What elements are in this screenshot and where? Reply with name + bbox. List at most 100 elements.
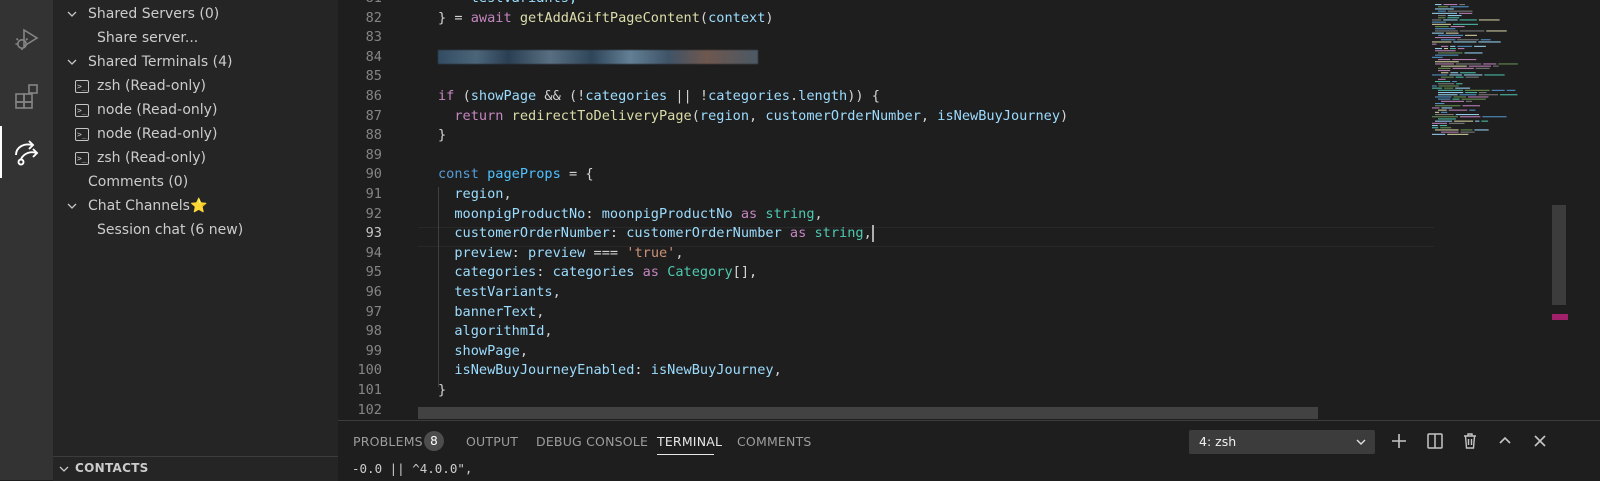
code-text xyxy=(438,47,758,67)
line-number: 85 xyxy=(365,68,382,85)
kill-terminal-button[interactable] xyxy=(1459,430,1481,452)
comments-item[interactable]: Comments (0) xyxy=(88,170,188,194)
code-line[interactable]: 97 bannerText, xyxy=(338,302,1438,322)
code-line[interactable]: 92 moonpigProductNo: moonpigProductNo as… xyxy=(338,204,1438,224)
code-text: if (showPage && (!categories || !categor… xyxy=(438,88,880,104)
code-text: showPage, xyxy=(438,342,529,359)
line-number: 95 xyxy=(365,264,382,281)
code-text: isNewBuyJourneyEnabled: isNewBuyJourney, xyxy=(438,362,782,379)
terminal-icon xyxy=(75,75,89,99)
code-line[interactable]: 83 xyxy=(338,27,1438,47)
line-number: 89 xyxy=(365,146,382,163)
contacts-section-header[interactable]: CONTACTS xyxy=(53,456,338,481)
terminal-icon xyxy=(75,99,89,123)
line-number: 93 xyxy=(365,225,382,242)
share-server-item[interactable]: Share server... xyxy=(97,26,198,50)
code-editor[interactable]: 81 testVariants,82} = await getAddAGiftP… xyxy=(338,0,1600,428)
chat-channels-label: Chat Channels⭐ xyxy=(88,198,208,214)
chevron-down-icon xyxy=(67,59,77,65)
code-line[interactable]: 88} xyxy=(338,125,1438,145)
shared-servers-label: Shared Servers (0) xyxy=(88,6,220,22)
tab-terminal[interactable]: TERMINAL xyxy=(657,434,722,449)
live-share-icon[interactable] xyxy=(0,128,53,176)
terminal-icon xyxy=(75,147,89,171)
run-debug-icon[interactable] xyxy=(0,14,53,62)
terminal-icon xyxy=(75,123,89,147)
code-line[interactable]: 99 showPage, xyxy=(338,341,1438,361)
contacts-label: CONTACTS xyxy=(75,461,149,475)
minimap[interactable] xyxy=(1428,0,1520,420)
live-share-sidebar: Shared Servers (0) Share server... Share… xyxy=(53,0,338,480)
code-text: algorithmId, xyxy=(438,323,553,340)
code-line[interactable]: 94 preview: preview === 'true', xyxy=(338,243,1438,263)
terminal-label: node (Read-only) xyxy=(97,102,218,118)
chevron-down-icon xyxy=(1356,439,1366,445)
code-line[interactable]: 82 } = await getAddAGiftPageContent(conte… xyxy=(338,8,1438,28)
code-line[interactable]: 91 region, xyxy=(338,184,1438,204)
horizontal-scrollbar[interactable] xyxy=(418,407,1318,419)
code-text: moonpigProductNo: moonpigProductNo as st… xyxy=(438,205,823,222)
terminal-label: zsh (Read-only) xyxy=(97,78,206,94)
line-number: 86 xyxy=(365,88,382,104)
line-number: 84 xyxy=(365,48,382,65)
terminal-select-value: 4: zsh xyxy=(1199,434,1237,449)
code-line[interactable]: 89 xyxy=(338,145,1438,165)
code-line[interactable]: 86 if (showPage && (!categories || !categ… xyxy=(338,86,1438,106)
line-number: 88 xyxy=(365,127,382,144)
new-terminal-button[interactable] xyxy=(1388,430,1410,452)
text-cursor xyxy=(871,224,874,242)
line-number: 94 xyxy=(365,244,382,261)
terminal-item[interactable]: zsh (Read-only) xyxy=(75,74,275,99)
maximize-panel-button[interactable] xyxy=(1494,430,1516,452)
code-line[interactable]: 84 xyxy=(338,47,1438,67)
terminal-label: zsh (Read-only) xyxy=(97,150,206,166)
vertical-scrollbar[interactable] xyxy=(1552,205,1566,305)
code-line[interactable]: 85 xyxy=(338,66,1438,86)
code-line[interactable]: 95 categories: categories as Category[], xyxy=(338,262,1438,282)
extensions-icon[interactable] xyxy=(0,72,53,120)
tab-comments[interactable]: COMMENTS xyxy=(737,434,812,449)
line-number: 100 xyxy=(357,362,382,379)
tab-debug-console[interactable]: DEBUG CONSOLE xyxy=(536,434,648,449)
code-line[interactable]: 101} xyxy=(338,380,1438,400)
chevron-down-icon xyxy=(67,203,77,209)
chevron-down-icon xyxy=(59,466,69,472)
line-number: 83 xyxy=(365,29,382,46)
plus-icon xyxy=(1392,434,1406,448)
terminal-item[interactable]: node (Read-only) xyxy=(75,98,275,123)
close-panel-button[interactable] xyxy=(1529,430,1551,452)
code-line[interactable]: 87 return redirectToDeliveryPage(region,… xyxy=(338,106,1438,126)
code-text: categories: categories as Category[], xyxy=(438,264,758,281)
tab-output[interactable]: OUTPUT xyxy=(466,434,518,449)
code-text: } = await getAddAGiftPageContent(context… xyxy=(438,9,774,26)
bottom-panel: PROBLEMS 8 OUTPUT DEBUG CONSOLE TERMINAL… xyxy=(338,420,1600,481)
shared-terminals-label: Shared Terminals (4) xyxy=(88,54,233,70)
line-number: 82 xyxy=(365,9,382,26)
code-line[interactable]: 100 isNewBuyJourneyEnabled: isNewBuyJour… xyxy=(338,360,1438,380)
code-text: bannerText, xyxy=(438,303,545,320)
code-line[interactable]: 96 testVariants, xyxy=(338,282,1438,302)
scroll-marker xyxy=(1552,314,1568,320)
code-line[interactable]: 98 algorithmId, xyxy=(338,321,1438,341)
terminal-item[interactable]: zsh (Read-only) xyxy=(75,146,275,171)
line-number: 99 xyxy=(365,342,382,359)
code-text: const pageProps = { xyxy=(438,166,594,183)
session-chat-item[interactable]: Session chat (6 new) xyxy=(97,218,243,242)
code-line[interactable]: 93 customerOrderNumber: customerOrderNum… xyxy=(338,223,1438,243)
tab-problems[interactable]: PROBLEMS xyxy=(353,434,423,449)
activity-bar xyxy=(0,0,53,480)
line-number: 97 xyxy=(365,303,382,320)
terminal-output[interactable]: -0.0 || ^4.0.0", xyxy=(352,461,472,476)
redacted-code xyxy=(438,49,758,64)
terminal-label: node (Read-only) xyxy=(97,126,218,142)
code-line[interactable]: 90 const pageProps = { xyxy=(338,164,1438,184)
code-text: preview: preview === 'true', xyxy=(438,244,684,261)
terminal-select[interactable]: 4: zsh xyxy=(1189,430,1375,454)
line-number: 102 xyxy=(357,401,382,418)
code-text: customerOrderNumber: customerOrderNumber… xyxy=(438,224,874,242)
code-text: testVariants, xyxy=(438,284,561,300)
split-terminal-button[interactable] xyxy=(1424,430,1446,452)
chevron-down-icon xyxy=(67,11,77,17)
line-number: 101 xyxy=(357,382,382,398)
terminal-item[interactable]: node (Read-only) xyxy=(75,122,275,147)
